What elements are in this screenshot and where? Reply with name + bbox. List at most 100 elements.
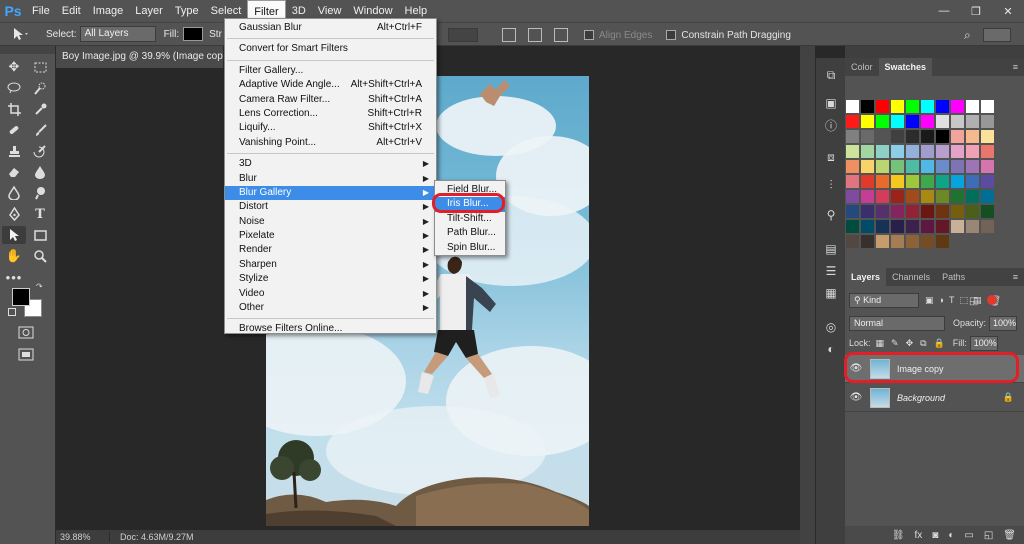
color-swatch[interactable] (876, 190, 889, 203)
color-swatch[interactable] (891, 145, 904, 158)
pen-tool-icon[interactable] (2, 205, 26, 223)
color-swatch[interactable] (846, 115, 859, 128)
close-icon[interactable]: ✕ (992, 0, 1024, 22)
document-size-info[interactable]: Doc: 4.63M/9.27M (110, 532, 194, 542)
menu-item-camera-raw-filter[interactable]: Camera Raw Filter... Shift+Ctrl+A (225, 93, 436, 107)
color-swatch[interactable] (906, 205, 919, 218)
menu-layer[interactable]: Layer (129, 0, 169, 22)
quick-selection-tool-icon[interactable] (28, 79, 52, 97)
color-swatch[interactable] (951, 100, 964, 113)
color-swatch[interactable] (921, 205, 934, 218)
panel-dock-grip[interactable] (845, 46, 1024, 58)
new-layer-icon[interactable]: ◱ (984, 530, 993, 541)
menu-item-video[interactable]: Video ▶ (225, 287, 436, 301)
zoom-tool-icon[interactable] (28, 247, 52, 265)
menu-item-blur[interactable]: Blur ▶ (225, 172, 436, 186)
panel-collapse-strip[interactable] (800, 46, 815, 544)
color-swatch[interactable] (921, 100, 934, 113)
color-swatch[interactable] (846, 175, 859, 188)
layer-row-background[interactable]: 👁 Background 🔒 (845, 384, 1024, 412)
color-swatch[interactable] (846, 190, 859, 203)
color-swatch[interactable] (846, 220, 859, 233)
screen-mode-icon[interactable] (18, 348, 34, 364)
quick-mask-icon[interactable] (18, 326, 34, 342)
adjustment-layer-icon[interactable]: ◐ (948, 530, 954, 541)
type-tool-icon[interactable]: T (28, 205, 52, 223)
color-swatch[interactable] (981, 160, 994, 173)
color-swatch[interactable] (861, 145, 874, 158)
add-mask-icon[interactable]: ◙ (932, 530, 938, 541)
color-swatch[interactable] (876, 220, 889, 233)
color-swatch[interactable] (936, 205, 949, 218)
foreground-color-swatch[interactable] (12, 288, 30, 306)
height-field[interactable] (448, 28, 478, 42)
color-swatch[interactable] (921, 160, 934, 173)
fill-field[interactable]: 100% (969, 335, 998, 351)
color-swatch[interactable] (921, 220, 934, 233)
libraries-panel-icon[interactable]: ◎ (821, 318, 841, 336)
color-swatch[interactable] (876, 235, 889, 248)
brush-panel-icon[interactable]: ⧈ (821, 148, 841, 166)
menu-image[interactable]: Image (87, 0, 130, 22)
lock-all-icon[interactable]: 🔒 (934, 338, 945, 349)
shape-filter-icon[interactable]: ⬚ (959, 295, 968, 306)
tab-layers[interactable]: Layers (845, 268, 887, 286)
color-swatch[interactable] (861, 235, 874, 248)
character-panel-icon[interactable]: ▦ (821, 284, 841, 302)
color-swatch[interactable] (891, 175, 904, 188)
menu-item-stylize[interactable]: Stylize ▶ (225, 272, 436, 286)
color-swatch[interactable] (891, 190, 904, 203)
path-selection-tool-icon[interactable] (2, 226, 26, 244)
document-tab[interactable]: Boy Image.jpg @ 39.9% (Image copy, RG (56, 46, 224, 68)
history-panel-icon[interactable]: ⧉ (821, 66, 841, 84)
color-swatch[interactable] (936, 175, 949, 188)
color-swatch[interactable] (876, 160, 889, 173)
zoom-level[interactable]: 39.88% (56, 532, 110, 542)
menu-item-filter-gallery[interactable]: Filter Gallery... (225, 64, 436, 78)
eyedropper-tool-icon[interactable] (28, 100, 52, 118)
color-swatch[interactable] (966, 220, 979, 233)
color-swatch[interactable] (846, 100, 859, 113)
path-operations-icon[interactable] (502, 28, 516, 42)
color-swatch[interactable] (936, 235, 949, 248)
layer-row-image-copy[interactable]: 👁 Image copy (845, 355, 1024, 383)
styles-panel-icon[interactable]: ◐ (821, 340, 841, 358)
path-selection-tool-preset-icon[interactable] (0, 22, 40, 46)
color-swatch[interactable] (861, 220, 874, 233)
color-swatch[interactable] (876, 100, 889, 113)
color-swatch[interactable] (966, 115, 979, 128)
color-swatch[interactable] (876, 205, 889, 218)
color-swatch[interactable] (876, 130, 889, 143)
color-swatch[interactable] (921, 130, 934, 143)
color-swatch[interactable] (891, 235, 904, 248)
gradient-tool-icon[interactable] (28, 163, 52, 181)
menu-item-other[interactable]: Other ▶ (225, 301, 436, 315)
menu-item-convert-smart-filters[interactable]: Convert for Smart Filters (225, 42, 436, 56)
default-colors-icon[interactable] (8, 308, 16, 316)
color-swatch[interactable] (906, 115, 919, 128)
type-filter-icon[interactable]: T (949, 295, 955, 306)
dodge-tool-icon[interactable] (28, 184, 52, 202)
healing-brush-tool-icon[interactable] (2, 121, 26, 139)
swap-colors-icon[interactable]: ↷ (36, 282, 43, 291)
color-swatch[interactable] (846, 235, 859, 248)
color-swatch[interactable] (906, 190, 919, 203)
color-swatch[interactable] (846, 145, 859, 158)
path-arrangement-icon[interactable] (554, 28, 568, 42)
color-swatch[interactable] (966, 145, 979, 158)
layer-kind-dropdown[interactable]: ⚲ Kind (849, 292, 919, 308)
color-swatch[interactable] (951, 205, 964, 218)
adjustment-filter-icon[interactable]: ◑ (939, 295, 944, 306)
color-swatch[interactable] (981, 130, 994, 143)
color-swatch[interactable] (891, 220, 904, 233)
color-swatch[interactable] (906, 130, 919, 143)
pixel-filter-icon[interactable]: ▣ (925, 295, 934, 306)
restore-icon[interactable]: ❐ (960, 0, 992, 22)
menu-item-lens-correction[interactable]: Lens Correction... Shift+Ctrl+R (225, 107, 436, 121)
color-swatch[interactable] (906, 100, 919, 113)
color-swatch[interactable] (861, 130, 874, 143)
menu-edit[interactable]: Edit (56, 0, 87, 22)
color-swatch[interactable] (846, 205, 859, 218)
lock-position-icon[interactable]: ✥ (906, 338, 914, 349)
color-swatch[interactable] (936, 115, 949, 128)
